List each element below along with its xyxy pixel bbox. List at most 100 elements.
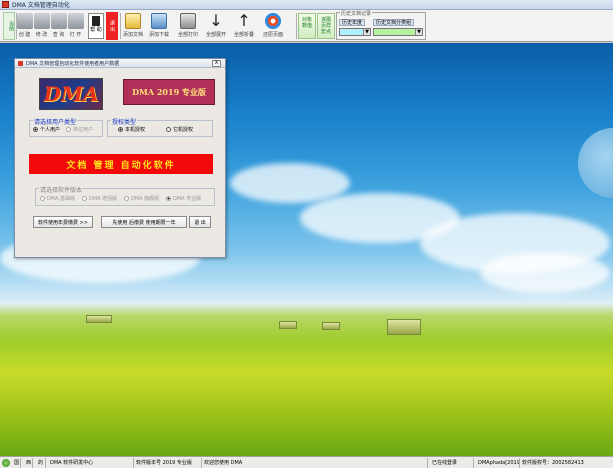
expand-all-label: 全部展开 xyxy=(205,32,226,38)
collapse-all-button[interactable]: ↑ 全部折叠 xyxy=(232,12,256,40)
history-caption: 历史文档记录 xyxy=(340,10,373,17)
print-all-label: 全部打印 xyxy=(177,32,198,38)
status-rd-center: DMA 软件研发中心 xyxy=(48,458,134,468)
user-type-caption: 请选择用户类型 xyxy=(33,117,78,126)
exit-button[interactable]: 退 出 xyxy=(106,12,118,40)
help-button[interactable]: 帮 助 xyxy=(88,13,104,39)
dialog-titlebar: DMA 文档管理自动化软件使用者用户数据 xyxy=(15,59,225,68)
edition-basic-label: DMA 基础版 xyxy=(47,196,76,202)
version-badge: DMA 2019 专业版 xyxy=(123,79,215,105)
edit-icon xyxy=(33,13,50,29)
open-label: 打 开 xyxy=(69,32,82,38)
search-label: 查 询 xyxy=(52,32,65,38)
radio-icon xyxy=(166,127,171,132)
pay-fee-button[interactable]: 软件使用年费缴费 >> xyxy=(33,216,93,228)
status-welcome: 欢迎您使用 DMA xyxy=(202,458,428,468)
product-banner: 文档 管理 自动化软件 xyxy=(29,154,213,174)
auth-type-caption: 授权类型 xyxy=(111,117,138,126)
current-tab[interactable]: 当前 xyxy=(3,12,15,40)
planet-shape xyxy=(578,128,613,198)
help-label: 帮 助 xyxy=(90,27,102,33)
edition-basic-radio[interactable]: DMA 基础版 xyxy=(40,195,75,202)
help-icon xyxy=(92,16,100,26)
search-icon xyxy=(50,13,67,29)
edition-enhanced-radio[interactable]: DMA 增强版 xyxy=(82,195,117,202)
radio-icon xyxy=(40,196,45,201)
create-icon xyxy=(16,13,33,29)
personal-user-radio[interactable]: 个人用户 xyxy=(33,126,60,133)
window-titlebar: DMA 文档管理自动化 xyxy=(0,0,613,10)
radio-icon xyxy=(124,196,129,201)
remote-auth-label: 它机授权 xyxy=(173,127,194,133)
status-cell: 西 xyxy=(26,458,33,468)
status-bar: 国 西 的 DMA 软件研发中心 软件版本号 2019 专业版 欢迎您使用 DM… xyxy=(0,456,613,468)
toolbar-separator xyxy=(296,13,297,39)
restore-page-label: 还原页面 xyxy=(262,32,283,38)
hay-bale xyxy=(86,315,112,323)
add-document-label: 添加文档 xyxy=(122,32,143,38)
app-icon xyxy=(2,1,9,8)
dma-logo: DMA xyxy=(39,78,103,110)
chevron-down-icon[interactable]: ▼ xyxy=(415,29,422,35)
radio-icon xyxy=(82,196,87,201)
dialog-title: DMA 文档管理自动化软件使用者用户数据 xyxy=(26,60,120,67)
edition-group: 请选择软件版本 DMA 基础版 DMA 增强版 DMA 旗舰版 DMA 专业版 xyxy=(35,185,215,206)
history-category-label: 历史文档分类组 xyxy=(373,19,415,26)
user-data-dialog: DMA 文档管理自动化软件使用者用户数据 X DMA DMA 2019 专业版 … xyxy=(14,58,226,258)
edition-flagship-label: DMA 旗舰版 xyxy=(131,196,160,202)
add-document-button[interactable]: 添加文档 xyxy=(122,12,144,40)
page-style-button[interactable]: 该图 页样 宏点 xyxy=(317,13,335,39)
trial-use-button[interactable]: 先使用 后缴费 使用期限一年 xyxy=(101,216,187,228)
collapse-all-label: 全部折叠 xyxy=(233,32,254,38)
radio-icon xyxy=(66,127,71,132)
remote-auth-radio[interactable]: 它机授权 xyxy=(166,126,193,133)
status-version: 软件版本号 2019 专业版 xyxy=(134,458,202,468)
object-value-button[interactable]: 对象 数值 xyxy=(298,13,316,39)
printer-icon xyxy=(180,13,196,29)
expand-all-button[interactable]: ↓ 全部展开 xyxy=(204,12,228,40)
restore-icon xyxy=(265,13,281,29)
edition-pro-label: DMA 专业版 xyxy=(173,196,202,202)
edition-enhanced-label: DMA 增强版 xyxy=(89,196,118,202)
company-user-label: 单位用户 xyxy=(73,127,94,133)
download-icon xyxy=(151,13,167,29)
add-download-label: 添加下载 xyxy=(148,32,169,38)
main-toolbar: 当前 创 建 修 改 查 询 打 开 帮 助 退 出 添加文档 添加下载 全部打… xyxy=(0,10,613,42)
auth-type-group: 授权类型 本机授权 它机授权 xyxy=(107,117,213,137)
status-copyright: 软件版权号：2002582413 xyxy=(522,460,584,466)
status-product-id: DMAphada[2019] xyxy=(478,458,520,468)
history-year-label: 历史年度 xyxy=(339,19,366,26)
search-button[interactable]: 查 询 xyxy=(50,12,67,40)
create-button[interactable]: 创 建 xyxy=(16,12,33,40)
print-all-button[interactable]: 全部打印 xyxy=(176,12,200,40)
globe-icon[interactable] xyxy=(2,459,10,467)
history-category-select[interactable]: ▼ xyxy=(373,28,423,36)
history-year-select[interactable]: ▼ xyxy=(339,28,371,36)
restore-page-button[interactable]: 还原页面 xyxy=(260,12,286,40)
hay-bale xyxy=(279,321,297,329)
history-group: 历史文档记录 历史年度 历史文档分类组 ▼ ▼ xyxy=(336,10,426,40)
radio-icon xyxy=(166,196,171,201)
arrow-down-icon: ↓ xyxy=(209,11,223,30)
edition-caption: 请选择软件版本 xyxy=(39,185,84,194)
open-icon xyxy=(67,13,84,29)
edition-pro-radio[interactable]: DMA 专业版 xyxy=(166,195,201,202)
edit-label: 修 改 xyxy=(35,32,48,38)
window-title: DMA 文档管理自动化 xyxy=(12,2,70,9)
radio-icon xyxy=(118,127,123,132)
open-button[interactable]: 打 开 xyxy=(67,12,84,40)
arrow-up-icon: ↑ xyxy=(237,11,251,30)
hay-bale xyxy=(322,322,340,330)
local-auth-radio[interactable]: 本机授权 xyxy=(118,126,145,133)
edit-button[interactable]: 修 改 xyxy=(33,12,50,40)
add-download-button[interactable]: 添加下载 xyxy=(148,12,170,40)
close-button[interactable]: X xyxy=(212,60,221,67)
company-user-radio[interactable]: 单位用户 xyxy=(66,126,93,133)
toolbar-separator xyxy=(120,13,121,39)
document-icon xyxy=(125,13,141,29)
edition-flagship-radio[interactable]: DMA 旗舰版 xyxy=(124,195,159,202)
status-cell: 国 xyxy=(14,458,21,468)
chevron-down-icon[interactable]: ▼ xyxy=(363,29,370,35)
exit-dialog-button[interactable]: 退 出 xyxy=(189,216,211,228)
create-label: 创 建 xyxy=(18,32,31,38)
